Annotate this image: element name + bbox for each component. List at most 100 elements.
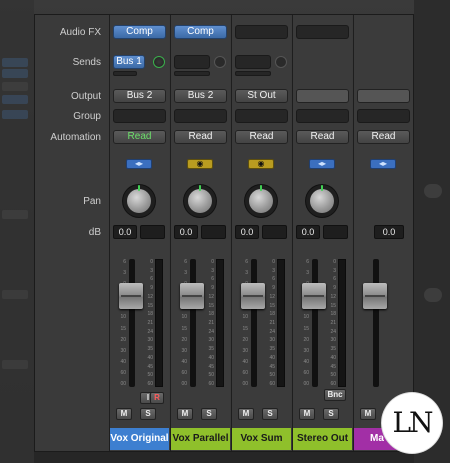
peak-readout[interactable] [201,225,226,239]
bounce-button[interactable]: Bnc [324,389,346,401]
audio-fx-slot[interactable] [235,25,288,39]
peak-readout[interactable] [140,225,165,239]
send-slot[interactable] [174,55,210,69]
scale-tick: 60 [330,381,336,387]
mute-button[interactable]: M [177,408,193,420]
label-sends: Sends [72,57,101,68]
solo-button[interactable]: S [262,408,278,420]
automation-mode[interactable]: Read [357,130,410,144]
send-level-knob[interactable] [275,56,287,68]
channel-name[interactable]: Vox Original [110,428,169,450]
send-empty-slot[interactable] [174,71,210,76]
mute-button[interactable]: M [299,408,315,420]
send-empty-slot[interactable] [235,71,271,76]
label-group: Group [73,111,101,122]
scale-tick: 3 [245,270,248,277]
scale-tick: 15 [303,325,309,332]
scale-tick: 00 [242,381,248,387]
mono-input-icon[interactable]: ◉ [248,159,274,169]
volume-fader[interactable] [180,283,204,309]
output-slot[interactable] [296,89,349,103]
audio-fx-slot[interactable] [296,25,349,39]
group-slot[interactable] [174,109,227,123]
stereo-link-icon[interactable]: ◂▸ [309,159,335,169]
scale-tick: 35 [208,346,214,353]
scale-tick: 40 [330,354,336,361]
scale-tick: 18 [269,311,275,318]
solo-button[interactable]: S [323,408,339,420]
scale-tick: 35 [330,346,336,353]
mute-button[interactable]: M [238,408,254,420]
label-automation: Automation [50,132,101,143]
send-empty-slot[interactable] [113,71,137,76]
channel-name[interactable]: Vox Parallel [171,428,230,450]
level-meter [338,259,346,387]
fader-track [312,259,318,387]
volume-readout[interactable]: 0.0 [235,225,259,239]
send-slot[interactable] [235,55,271,69]
scale-tick: 45 [269,363,275,370]
output-slot[interactable] [357,89,410,103]
pan-knob[interactable] [123,185,155,217]
scale-tick: 15 [330,302,336,309]
audio-fx-slot[interactable]: Comp [174,25,227,39]
volume-fader[interactable] [119,283,143,309]
send-level-knob[interactable] [214,56,226,68]
scale-tick: 60 [269,381,275,387]
level-meter [216,259,224,387]
channel-name[interactable]: Stereo Out [293,428,352,450]
scale-tick: 18 [208,311,214,318]
stereo-link-icon[interactable]: ◂▸ [126,159,152,169]
scale-tick: 0 [272,259,275,265]
volume-fader[interactable] [241,283,265,309]
solo-button[interactable]: S [140,408,156,420]
stereo-link-icon[interactable]: ◂▸ [370,159,396,169]
volume-readout[interactable]: 0.0 [174,225,198,239]
scale-tick: 20 [242,336,248,343]
volume-readout[interactable]: 0.0 [296,225,320,239]
scale-tick: 15 [181,325,187,332]
automation-mode[interactable]: Read [296,130,349,144]
scale-tick: 45 [330,363,336,370]
audio-fx-slot[interactable]: Comp [113,25,166,39]
group-slot[interactable] [235,109,288,123]
mute-button[interactable]: M [116,408,132,420]
output-slot[interactable]: Bus 2 [174,89,227,103]
scale-tick: 20 [303,336,309,343]
solo-button[interactable]: S [201,408,217,420]
scale-tick: 18 [330,311,336,318]
scale-tick: 30 [181,347,187,354]
group-slot[interactable] [296,109,349,123]
scale-tick: 6 [150,276,153,283]
scale-tick: 3 [184,270,187,277]
automation-mode[interactable]: Read [235,130,288,144]
channel-name[interactable]: Vox Sum [232,428,291,450]
send-slot[interactable]: Bus 1 [113,55,145,69]
volume-fader[interactable] [302,283,326,309]
scale-tick: 00 [181,381,187,387]
record-button[interactable]: R [150,392,164,404]
scale-tick: 12 [269,293,275,300]
pan-knob[interactable] [306,185,338,217]
group-slot[interactable] [357,109,410,123]
volume-readout[interactable]: 0.0 [374,225,404,239]
send-level-knob[interactable] [153,56,165,68]
channel-strip-stereo-out: Read ◂▸ 0.0 6303610152030406000 03691215… [292,15,352,451]
scale-tick: 6 [306,259,309,265]
automation-mode[interactable]: Read [174,130,227,144]
mono-input-icon[interactable]: ◉ [187,159,213,169]
volume-readout[interactable]: 0.0 [113,225,137,239]
peak-readout[interactable] [262,225,287,239]
pan-knob[interactable] [184,185,216,217]
scale-tick: 10 [181,314,187,321]
channel-strip-master: Read ◂▸ 0.0 M S Ma [353,15,413,451]
automation-mode[interactable]: Read [113,130,166,144]
output-slot[interactable]: St Out [235,89,288,103]
pan-knob[interactable] [245,185,277,217]
scale-tick: 60 [208,381,214,387]
peak-readout[interactable] [323,225,348,239]
volume-fader[interactable] [363,283,387,309]
group-slot[interactable] [113,109,166,123]
output-slot[interactable]: Bus 2 [113,89,166,103]
mute-button[interactable]: M [360,408,376,420]
